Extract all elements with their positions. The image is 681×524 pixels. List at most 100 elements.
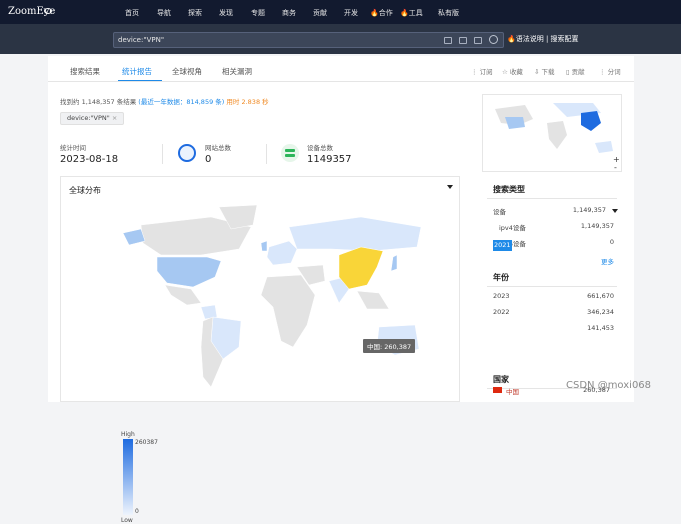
top-navbar: ZoomEye 首页 导航 探索 发现 专题 商务 贡献 开发 🔥合作 🔥工具 … [0,0,681,24]
legend-low-label: Low [121,517,133,524]
watermark: CSDN @moxi068 [566,380,652,391]
year-title: 年份 [493,273,509,282]
facets-card: 搜索类型 设备 1,149,357 ipv4设备 1,149,357 ipv6设… [482,176,622,402]
fire-icon: 🔥 [400,9,409,17]
tokenize-button[interactable]: ⋮ 分词 [599,66,621,76]
region-southeast-asia[interactable] [356,290,390,310]
subscribe-label: 订阅 [479,68,493,76]
country-china-label[interactable]: 中国 [506,386,519,396]
stat-time-value: 2023-08-18 [60,154,119,165]
filter-chip-label: device:"VPN" [67,114,110,122]
country-china[interactable] [338,246,384,290]
legend-max-value: 260387 [135,439,158,446]
nav-topics[interactable]: 专题 [251,8,265,18]
country-russia[interactable] [288,216,422,252]
right-sidebar: + - 搜索类型 设备 1,149,357 ipv4设备 1,149,357 i… [482,94,622,402]
result-summary: 找到约 1,148,357 条结果 (最近一年数据：814,859 条) 用时 … [60,96,269,106]
found-count: 找到约 1,148,357 条结果 [60,98,137,106]
year-2021-value: 141,453 [587,324,614,332]
filter-chip[interactable]: device:"VPN" × [60,112,125,125]
country-colombia[interactable] [200,304,218,320]
legend-min-value: 0 [135,508,139,515]
search-type-title: 搜索类型 [493,185,525,194]
tab-global-view[interactable]: 全球视角 [172,66,202,77]
nav-business[interactable]: 商务 [282,8,296,18]
facet-divider [487,286,617,287]
nav-navigation[interactable]: 导航 [157,8,171,18]
nav-discover[interactable]: 发现 [219,8,233,18]
type-device-label[interactable]: 设备 [493,206,506,216]
zoom-out-icon[interactable]: - [614,163,617,172]
facet-divider [487,198,617,199]
search-help-links[interactable]: 🔥语法说明 | 搜索配置 [507,34,579,44]
country-japan[interactable] [390,254,398,272]
image-search-icon[interactable] [444,37,452,44]
tab-related-vulns[interactable]: 相关漏洞 [222,66,252,77]
stat-divider [266,144,267,164]
more-link[interactable]: 更多 [601,256,614,266]
download-label: 下载 [541,68,555,76]
stat-time-label: 统计时间 [60,144,86,152]
subscribe-button[interactable]: ⋮ 订阅 [471,66,493,76]
country-usa[interactable] [156,256,222,288]
query-time: 用时 2.838 秒 [226,98,269,106]
global-distribution-card: 全球分布 中国: 260,387 High 260387 0 Low [60,176,461,524]
year-2022-value: 346,234 [587,308,614,316]
mini-map[interactable]: + - [482,94,622,172]
stat-divider [162,144,163,164]
stat-sites-label: 网站总数 [205,144,231,152]
search-icon[interactable] [489,35,498,44]
stat-sites-value: 0 [205,154,212,165]
nav-contribute[interactable]: 贡献 [313,8,327,18]
mini-world-map [495,103,613,153]
nav-private-edition[interactable]: 私有版 [438,8,459,18]
fire-icon: 🔥 [507,35,516,43]
nav-cooperate-label: 合作 [378,9,393,17]
year-2023-label[interactable]: 2023 [493,292,510,300]
china-flag-icon [493,387,502,393]
nav-home[interactable]: 首页 [125,8,139,18]
legend-gradient[interactable] [123,439,133,515]
close-icon[interactable]: × [112,114,117,122]
world-map[interactable] [61,177,461,403]
dropdown-arrow-icon[interactable] [447,185,453,189]
contribute-label: 贡献 [571,68,585,76]
nav-explore[interactable]: 探索 [188,8,202,18]
country-alaska[interactable] [122,228,146,246]
globe-icon [178,144,196,162]
search-help-label: 语法说明 | 搜索配置 [515,35,579,43]
tokenize-label: 分词 [607,68,621,76]
country-mexico[interactable] [164,284,202,306]
stat-devices-label: 设备总数 [307,144,333,152]
search-input[interactable]: device:"VPN" [113,32,504,48]
contribute-button[interactable]: ▯ 贡献 [566,66,585,76]
tab-statistics-report[interactable]: 统计报告 [122,66,152,77]
upload-icon[interactable] [474,37,482,44]
type-device-value: 1,149,357 [572,206,606,214]
country-title: 国家 [493,375,509,384]
type-ipv4-label[interactable]: ipv4设备 [499,222,526,232]
nav-cooperate[interactable]: 🔥合作 [370,8,393,18]
map-title: 全球分布 [69,186,101,195]
stat-devices-value: 1149357 [307,154,352,165]
search-query: device:"VPN" [118,36,165,44]
fire-icon: 🔥 [370,9,379,17]
country-uk[interactable] [260,240,268,252]
region-africa[interactable] [260,274,316,348]
tab-search-results[interactable]: 搜索结果 [70,66,100,77]
download-button[interactable]: ⇩ 下载 [534,66,555,76]
legend-high-label: High [121,431,135,438]
region-europe[interactable] [266,240,298,266]
eye-logo-icon [44,8,52,14]
nav-tools[interactable]: 🔥工具 [400,8,423,18]
year-2022-label[interactable]: 2022 [493,308,510,316]
favorite-button[interactable]: ☆ 收藏 [502,66,523,76]
favorite-label: 收藏 [509,68,523,76]
scan-icon[interactable] [459,37,467,44]
nav-develop[interactable]: 开发 [344,8,358,18]
type-ipv6-value: 0 [609,238,614,246]
year-2021-label[interactable]: 2021 [493,240,512,251]
continents [122,204,422,388]
server-icon [281,144,299,162]
expand-arrow-icon[interactable] [612,209,618,213]
